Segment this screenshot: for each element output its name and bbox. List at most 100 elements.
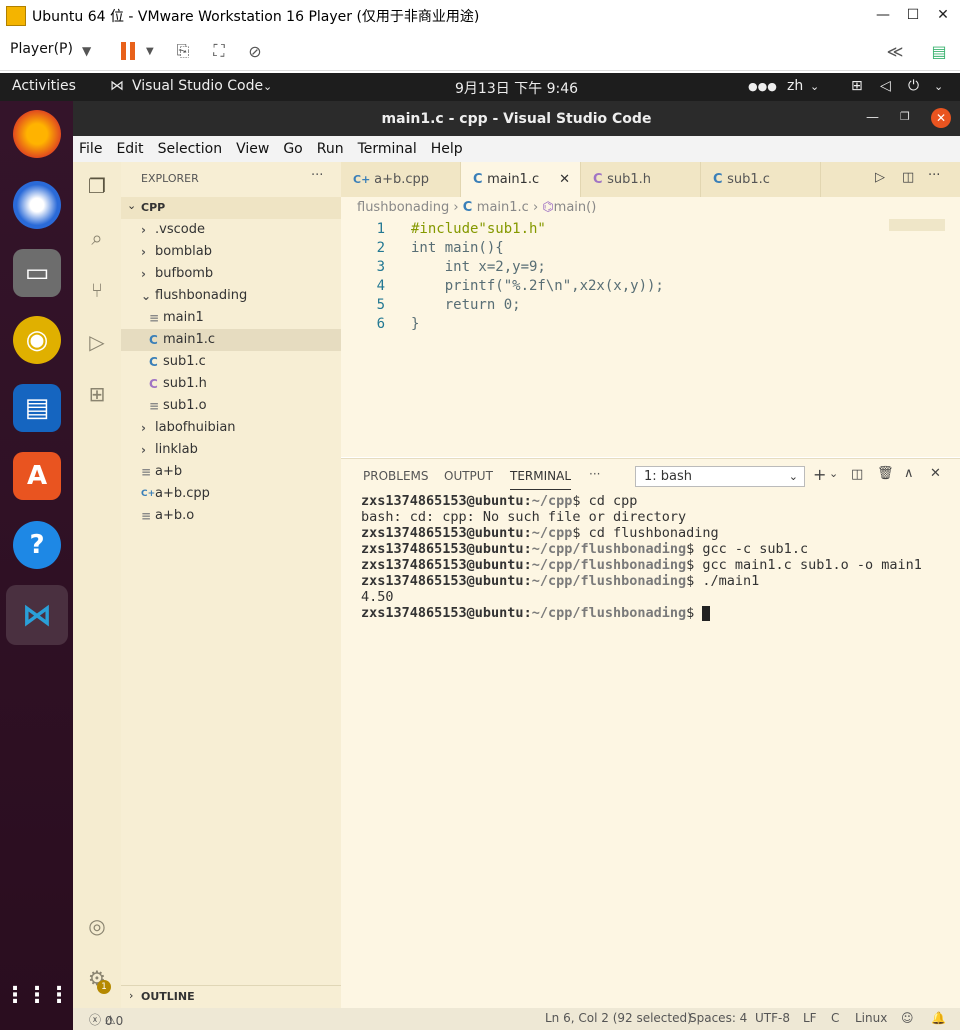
account-icon[interactable]: ◎ [83, 912, 111, 940]
firefox-icon[interactable] [13, 110, 61, 158]
menu-run[interactable]: Run [317, 141, 344, 157]
minimap[interactable] [889, 219, 945, 231]
files-icon[interactable]: ▭ [13, 249, 61, 297]
panel-tab-problems[interactable]: PROBLEMS [363, 469, 429, 483]
pause-dropdown-icon[interactable]: ▼ [146, 39, 154, 63]
system-menu-chevron-icon[interactable]: ⌄ [934, 80, 943, 93]
tree-item[interactable]: ⌄ flushbonading [121, 285, 341, 307]
menu-view[interactable]: View [236, 141, 269, 157]
tab-close-icon[interactable]: ✕ [559, 162, 570, 197]
terminal-select[interactable]: 1: bash ⌄ [635, 466, 805, 487]
minimize-icon[interactable]: — [872, 4, 894, 26]
tab-sub1-h[interactable]: C sub1.h [581, 162, 701, 197]
encoding[interactable]: UTF-8 [755, 1011, 790, 1025]
split-editor-icon[interactable]: ◫ [902, 170, 914, 185]
help-icon[interactable]: ? [13, 521, 61, 569]
vscode-restore-icon[interactable]: ❐ [900, 110, 910, 123]
rhythmbox-icon[interactable]: ◉ [13, 316, 61, 364]
search-icon[interactable]: ⌕ [83, 224, 111, 252]
thunderbird-icon[interactable] [13, 181, 61, 229]
app-menu[interactable]: Visual Studio Code [132, 78, 263, 94]
close-icon[interactable]: ✕ [932, 4, 954, 26]
notes-icon[interactable]: ▤ [926, 39, 952, 63]
new-terminal-chevron-icon[interactable]: ⌄ [829, 467, 838, 480]
network-icon[interactable]: ⊞ [851, 78, 863, 94]
tree-item[interactable]: ≡ sub1.o [121, 395, 341, 417]
new-terminal-icon[interactable]: + [813, 465, 826, 484]
tree-item[interactable]: › labofhuibian [121, 417, 341, 439]
activities-button[interactable]: Activities [12, 78, 76, 94]
code-editor[interactable]: 1 #include"sub1.h" 2 int main(){3 int x=2,y… [341, 219, 960, 457]
dots-icon[interactable]: ●●● [748, 80, 777, 93]
panel-tab-terminal[interactable]: TERMINAL [510, 469, 572, 490]
outline-header[interactable]: › OUTLINE [121, 985, 341, 1007]
player-menu[interactable]: Player(P) [10, 41, 73, 57]
breadcrumb-folder[interactable]: flushbonading [357, 200, 449, 215]
menu-edit[interactable]: Edit [116, 141, 143, 157]
breadcrumb-file[interactable]: main1.c [477, 200, 529, 215]
explorer-icon[interactable]: ❐ [83, 172, 111, 200]
send-ctrl-alt-del-icon[interactable]: ⎘ [170, 39, 196, 63]
os-config[interactable]: Linux [855, 1011, 887, 1025]
volume-icon[interactable]: ◁ [880, 78, 891, 94]
breadcrumb-symbol[interactable]: main() [554, 200, 597, 215]
software-center-icon[interactable]: A [13, 452, 61, 500]
explorer-more-icon[interactable]: ··· [311, 168, 323, 183]
tree-item[interactable]: C+ a+b.cpp [121, 483, 341, 505]
menu-help[interactable]: Help [431, 141, 463, 157]
pause-icon[interactable] [116, 39, 140, 63]
collapse-toolbar-icon[interactable]: ≪ [882, 39, 908, 63]
terminal-output[interactable]: zxs1374865153@ubuntu:~/cpp$ cd cpp bash: … [361, 493, 922, 621]
notifications-icon[interactable]: 🔔 [931, 1011, 946, 1025]
menu-file[interactable]: File [79, 141, 102, 157]
trash-icon[interactable]: 🗑 [877, 466, 894, 481]
tree-item[interactable]: › bomblab [121, 241, 341, 263]
maximize-icon[interactable]: ☐ [902, 4, 924, 26]
panel-tab-output[interactable]: OUTPUT [444, 469, 493, 483]
tree-item[interactable]: Csub1.c [121, 351, 341, 373]
tree-item[interactable]: Csub1.h [121, 373, 341, 395]
problems-status[interactable]: ⓧ 0 ⚠ 0 [89, 1011, 123, 1028]
menu-go[interactable]: Go [283, 141, 302, 157]
editor-more-icon[interactable]: ··· [928, 168, 940, 183]
source-control-icon[interactable]: ⑂ [83, 276, 111, 304]
tree-item[interactable]: ≡ a+b.o [121, 505, 341, 527]
folder-header[interactable]: ⌄ CPP [121, 197, 341, 219]
player-dropdown-icon[interactable]: ▼ [82, 39, 91, 63]
tab-sub1-c[interactable]: C sub1.c [701, 162, 821, 197]
app-menu-chevron-icon[interactable]: ⌄ [263, 80, 272, 93]
close-panel-icon[interactable]: ✕ [930, 466, 941, 481]
unity-icon[interactable]: ⊘ [242, 39, 268, 63]
run-debug-icon[interactable]: ▷ [83, 328, 111, 356]
cursor-position[interactable]: Ln 6, Col 2 (92 selected) [545, 1011, 692, 1025]
menu-terminal[interactable]: Terminal [358, 141, 417, 157]
vscode-minimize-icon[interactable]: — [866, 110, 879, 125]
show-applications-icon[interactable]: ⋮⋮⋮ [4, 971, 70, 1019]
split-terminal-icon[interactable]: ◫ [851, 467, 863, 482]
fullscreen-icon[interactable]: ⛶ [206, 39, 232, 63]
eol[interactable]: LF [803, 1011, 817, 1025]
tree-item[interactable]: ≡ main1 [121, 307, 341, 329]
tree-item[interactable]: Cmain1.c [121, 329, 341, 351]
tree-item[interactable]: › .vscode [121, 219, 341, 241]
input-chevron-icon[interactable]: ⌄ [810, 80, 819, 93]
vscode-dock-icon[interactable]: ⋈ [6, 585, 68, 645]
menu-selection[interactable]: Selection [158, 141, 223, 157]
run-file-icon[interactable]: ▷ [875, 170, 885, 185]
tree-item[interactable]: ≡ a+b [121, 461, 341, 483]
clock[interactable]: 9月13日 下午 9:46 [455, 78, 578, 98]
power-icon[interactable]: ⏻ [908, 78, 919, 94]
language-mode[interactable]: C [831, 1011, 839, 1025]
feedback-icon[interactable]: ☺ [901, 1011, 914, 1025]
vscode-close-icon[interactable]: ✕ [931, 108, 951, 128]
tab-main1-c[interactable]: C main1.c ✕ [461, 162, 581, 197]
extensions-icon[interactable]: ⊞ [83, 380, 111, 408]
tab-a-b-cpp[interactable]: C+ a+b.cpp [341, 162, 461, 197]
panel-more-icon[interactable]: ··· [589, 467, 600, 481]
indentation[interactable]: Spaces: 4 [689, 1011, 747, 1025]
tree-item[interactable]: › bufbomb [121, 263, 341, 285]
input-method[interactable]: zh [787, 78, 803, 94]
libreoffice-writer-icon[interactable]: ▤ [13, 384, 61, 432]
tree-item[interactable]: › linklab [121, 439, 341, 461]
maximize-panel-icon[interactable]: ∧ [904, 466, 914, 481]
